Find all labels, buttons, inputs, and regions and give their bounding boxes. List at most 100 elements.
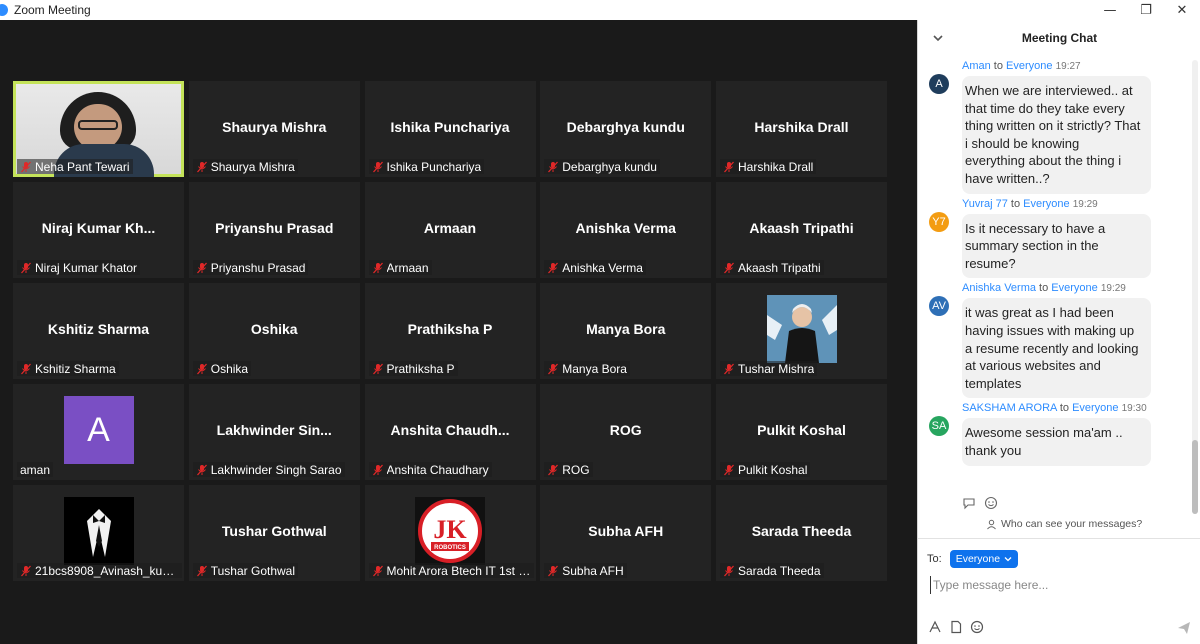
participant-name-label: Oshika xyxy=(192,361,252,376)
jk-robotics-logo: JKROBOTICS xyxy=(418,499,482,563)
participant-avatar: JK ROBOTICS xyxy=(415,497,485,565)
muted-mic-icon xyxy=(724,464,734,475)
participant-name-label: Anshita Chaudhary xyxy=(368,462,492,477)
participant-display-name: Niraj Kumar Kh... xyxy=(41,220,156,236)
participant-name-label: Mohit Arora Btech IT 1st ye... xyxy=(368,563,534,578)
participant-display-name: Subha AFH xyxy=(588,523,664,539)
recipient-value: Everyone xyxy=(955,553,1001,565)
participant-tile[interactable]: Anshita Chaudh... Anshita Chaudhary xyxy=(364,384,536,480)
recipient-name[interactable]: Everyone xyxy=(1023,198,1069,210)
sender-name[interactable]: Anishka Verma xyxy=(962,282,1036,294)
participant-tile[interactable]: Debarghya kundu Debarghya kundu xyxy=(540,81,712,177)
restore-button[interactable]: ❐ xyxy=(1128,0,1164,20)
gallery-grid: Neha Pant Tewari Shaurya Mishra Shaurya Mi… xyxy=(13,81,891,585)
participant-name: Niraj Kumar Khator xyxy=(35,260,138,275)
participant-tile[interactable]: ROG ROG xyxy=(540,384,712,480)
muted-mic-icon xyxy=(372,464,383,475)
participant-tile[interactable]: Neha Pant Tewari xyxy=(13,81,184,177)
muted-mic-icon xyxy=(372,161,383,172)
chat-message: SA SAKSHAM ARORA to Everyone 19:30 Awesome… xyxy=(918,398,1193,466)
participant-tile[interactable]: Prathiksha P Prathiksha P xyxy=(364,283,536,379)
participant-name-label: Tushar Gothwal xyxy=(192,563,299,578)
muted-mic-icon xyxy=(724,262,734,273)
recipient-name[interactable]: Everyone xyxy=(1006,60,1052,72)
participant-name-label: Prathiksha P xyxy=(368,361,458,376)
participant-display-name: Kshitiz Sharma xyxy=(47,321,150,337)
participant-tile[interactable]: Oshika Oshika xyxy=(188,283,360,379)
message-bubble: Is it necessary to have a summary sectio… xyxy=(962,213,1151,279)
muted-mic-icon xyxy=(21,363,31,374)
file-icon[interactable] xyxy=(949,620,963,634)
muted-mic-icon xyxy=(548,363,559,374)
recipient-bar: To: Everyone xyxy=(927,550,1019,568)
format-text-icon[interactable] xyxy=(928,620,942,634)
emoji-react-icon[interactable] xyxy=(984,496,998,510)
send-icon[interactable] xyxy=(1176,620,1192,636)
participant-tile[interactable]: Niraj Kumar Kh... Niraj Kumar Khator xyxy=(13,182,184,278)
sender-name[interactable]: Yuvraj 77 xyxy=(962,198,1008,210)
participant-display-name: ROG xyxy=(609,422,642,438)
participant-display-name: Pulkit Koshal xyxy=(757,422,846,438)
participant-name: aman xyxy=(20,462,51,477)
participant-tile[interactable]: Priyanshu Prasad Priyanshu Prasad xyxy=(188,182,360,278)
recipient-name[interactable]: Everyone xyxy=(1072,402,1118,414)
window-controls: — ❐ ✕ xyxy=(1092,0,1200,20)
participant-name-label: Debarghya kundu xyxy=(544,159,660,174)
participant-display-name: Prathiksha P xyxy=(407,321,493,337)
close-button[interactable]: ✕ xyxy=(1164,0,1200,20)
svg-text:JK: JK xyxy=(433,515,467,544)
who-can-see-link[interactable]: Who can see your messages? xyxy=(986,518,1142,530)
sender-avatar: SA xyxy=(929,416,949,437)
participant-tile[interactable]: Sarada Theeda Sarada Theeda xyxy=(716,485,887,581)
recipient-dropdown[interactable]: Everyone xyxy=(949,550,1019,568)
participant-tile[interactable]: Tushar Mishra xyxy=(716,283,887,379)
sender-name[interactable]: SAKSHAM ARORA xyxy=(962,402,1057,414)
participant-display-name: Sarada Theeda xyxy=(751,523,852,539)
message-input[interactable] xyxy=(930,576,1180,594)
participant-tile[interactable]: Tushar Gothwal Tushar Gothwal xyxy=(188,485,360,581)
participant-name: Pulkit Koshal xyxy=(738,462,808,477)
participant-name: Harshika Drall xyxy=(738,159,814,174)
participant-display-name: Priyanshu Prasad xyxy=(215,220,334,236)
sender-name[interactable]: Aman xyxy=(962,60,991,72)
muted-mic-icon xyxy=(21,565,31,576)
participant-display-name: Shaurya Mishra xyxy=(222,119,327,135)
participant-tile[interactable]: Armaan Armaan xyxy=(364,182,536,278)
participant-tile[interactable]: Manya Bora Manya Bora xyxy=(540,283,712,379)
participant-tile[interactable]: Ishika Punchariya Ishika Punchariya xyxy=(364,81,536,177)
participant-tile[interactable]: JK ROBOTICS Mohit Arora Btech IT 1st ye... xyxy=(364,485,536,581)
participant-name-label: Tushar Mishra xyxy=(720,361,818,376)
participant-tile[interactable]: Shaurya Mishra Shaurya Mishra xyxy=(188,81,360,177)
participant-tile[interactable]: Pulkit Koshal Pulkit Koshal xyxy=(716,384,887,480)
reply-icon[interactable] xyxy=(962,496,976,510)
chevron-down-icon[interactable] xyxy=(932,32,944,44)
emoji-icon[interactable] xyxy=(970,620,984,634)
participant-name: Manya Bora xyxy=(562,361,627,376)
participant-name-label: Pulkit Koshal xyxy=(720,462,811,477)
participant-tile[interactable]: Subha AFH Subha AFH xyxy=(540,485,712,581)
participant-tile[interactable]: Lakhwinder Sin... Lakhwinder Singh Sarao xyxy=(188,384,360,480)
video-stage: Neha Pant Tewari Shaurya Mishra Shaurya Mi… xyxy=(0,20,917,644)
participant-tile[interactable]: Anishka Verma Anishka Verma xyxy=(540,182,712,278)
participant-tile[interactable]: Harshika Drall Harshika Drall xyxy=(716,81,887,177)
participant-name: Mohit Arora Btech IT 1st ye... xyxy=(386,563,531,578)
participant-name-label: ROG xyxy=(544,462,593,477)
participant-name: Tushar Gothwal xyxy=(210,563,296,578)
to-word: to xyxy=(1056,402,1073,415)
muted-mic-icon xyxy=(548,565,559,576)
participant-tile[interactable]: Aaman xyxy=(13,384,184,480)
participant-tile[interactable]: 21bcs8908_Avinash_kumar xyxy=(13,485,184,581)
participant-name: Tushar Mishra xyxy=(738,361,815,376)
muted-mic-icon xyxy=(724,363,734,374)
participant-name-label: Ishika Punchariya xyxy=(368,159,485,174)
muted-mic-icon xyxy=(548,161,559,172)
participant-name-label: Manya Bora xyxy=(544,361,630,376)
muted-mic-icon xyxy=(196,161,207,172)
participant-tile[interactable]: Kshitiz Sharma Kshitiz Sharma xyxy=(13,283,184,379)
minimize-button[interactable]: — xyxy=(1092,0,1128,20)
participant-name-label: 21bcs8908_Avinash_kumar xyxy=(17,563,182,578)
participant-name: ROG xyxy=(562,462,590,477)
muted-mic-icon xyxy=(724,565,734,576)
participant-tile[interactable]: Akaash Tripathi Akaash Tripathi xyxy=(716,182,887,278)
recipient-name[interactable]: Everyone xyxy=(1051,282,1097,294)
